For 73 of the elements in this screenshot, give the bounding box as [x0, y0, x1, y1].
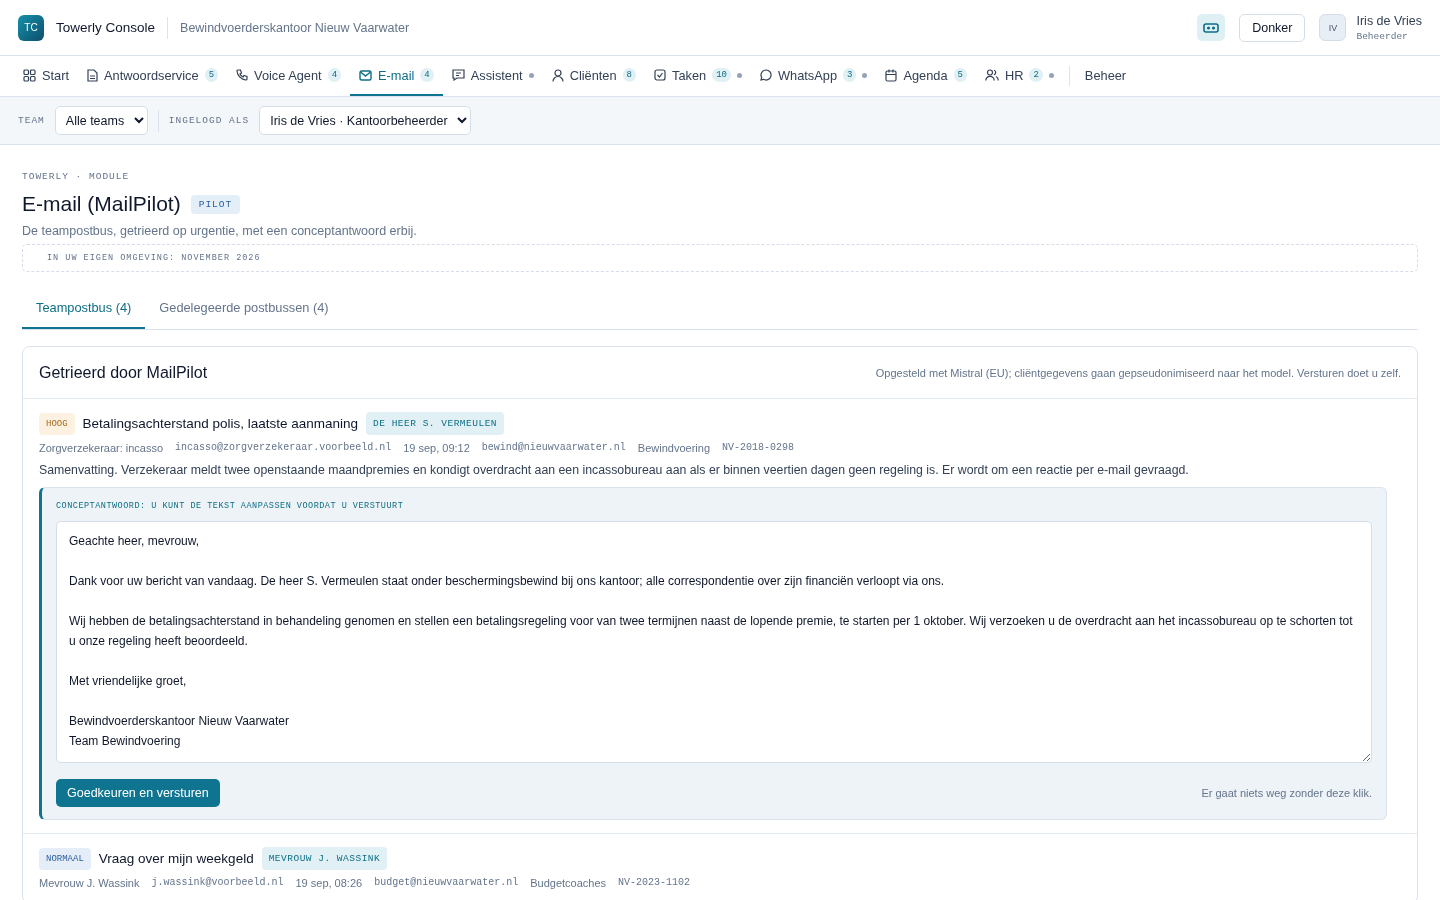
- user-name: Iris de Vries: [1356, 13, 1422, 28]
- email-meta: budget@nieuwvaarwater.nl: [374, 877, 519, 889]
- email-summary: Samenvatting. Verzekeraar meldt twee openstaande maandpremies en kondigt overdracht aan een incassobureau aan als er binnen veertien dagen geen regeling is. Er wordt om een reactie per e-mail gevraagd.: [39, 463, 1190, 477]
- glasses-icon: [1203, 21, 1220, 34]
- email-meta: bewind@nieuwvaarwater.nl: [481, 442, 626, 454]
- nav-tab[interactable]: Beheer: [1075, 56, 1136, 96]
- client-tag: DE HEER S. VERMEULEN: [366, 412, 505, 435]
- email-subject[interactable]: Betalingsachterstand polis, laatste aanmaning: [82, 416, 359, 431]
- app-logo: TC: [18, 14, 44, 41]
- draft-textarea[interactable]: Geachte heer, mevrouw, Dank voor uw bericht van vandaag. De heer S. Vermeulen staat onder beschermingsbewind bij ons kantoor; alle correspondentie over zijn financiën verloopt via ons. Wij hebben de betalingsachterstand in behandeling genomen en stellen een betalingsregeling voor van twee termijnen naast de lopende premie, te starten per 1 oktober. Wij verzoeken u de overdracht aan het incassobureau op te schorten tot u onze regeling heeft beoordeeld. Met vriendelijke groet, Bewindvoerderskantoor Nieuw Vaarwater Team Bewindvoering: [56, 521, 1372, 763]
- page-title: E-mail (MailPilot): [22, 192, 181, 216]
- calendar-icon: [885, 68, 898, 82]
- nav-tab[interactable]: Taken 10: [645, 56, 751, 96]
- email-meta: Zorgverzekeraar: incasso: [39, 442, 164, 454]
- client-tag: MEVROUW J. WASSINK: [261, 847, 388, 870]
- grid-icon: [23, 68, 36, 82]
- checkbox-icon: [654, 69, 666, 81]
- email-meta: Budgetcoaches: [530, 877, 607, 889]
- approve-send-button[interactable]: Goedkeuren en versturen: [56, 779, 220, 807]
- user-role: Beheerder: [1356, 30, 1409, 42]
- email-meta: Bewindvoering: [637, 442, 710, 454]
- email-subject[interactable]: Vraag over mijn weekgeld: [98, 851, 254, 866]
- mailbox-tab[interactable]: Teampostbus (4): [22, 288, 146, 329]
- count-badge: 5: [204, 68, 219, 82]
- nav-tab[interactable]: Antwoordservice 5: [78, 56, 228, 96]
- count-badge: 10: [712, 68, 731, 82]
- mail-icon: [359, 69, 373, 81]
- nav-tab[interactable]: Start: [14, 56, 79, 96]
- count-badge: 5: [953, 68, 967, 82]
- document-icon: [87, 68, 99, 82]
- filter-label: INGELOGD ALS: [168, 115, 250, 126]
- panel-note: Opgesteld met Mistral (EU); cliëntgegevens gaan gepseudonimiseerd naar het model. Versturen doet u zelf.: [875, 366, 1401, 379]
- count-badge: 2: [1029, 68, 1043, 82]
- priority-badge: HOOG: [39, 412, 75, 435]
- count-badge: 4: [420, 68, 434, 82]
- accessibility-button[interactable]: [1197, 14, 1226, 41]
- nav-tab[interactable]: Assistent: [442, 56, 543, 96]
- nav-tab[interactable]: Cliënten 8: [542, 56, 645, 96]
- notice-banner: IN UW EIGEN OMGEVING: NOVEMBER 2026: [22, 244, 1418, 272]
- user-avatar: IV: [1319, 14, 1347, 41]
- email-meta: NV-2023-1102: [618, 877, 691, 889]
- eyebrow-label: TOWERLY · MODULE: [22, 171, 131, 182]
- theme-button[interactable]: Donker: [1239, 13, 1306, 42]
- mailbox-tab[interactable]: Gedelegeerde postbussen (4): [145, 288, 343, 329]
- count-badge: 8: [622, 68, 636, 82]
- chat-icon: [451, 69, 465, 81]
- nav-tab[interactable]: WhatsApp 3: [751, 56, 877, 96]
- email-meta: NV-2018-0298: [722, 442, 795, 454]
- nav-tab[interactable]: Voice Agent 4: [227, 56, 351, 96]
- user-icon: [551, 68, 564, 82]
- nav-tab[interactable]: Agenda 5: [876, 56, 976, 96]
- email-meta: 19 sep, 09:12: [403, 442, 470, 454]
- email-meta: Mevrouw J. Wassink: [39, 877, 140, 889]
- organization-name: Bewindvoerderskantoor Nieuw Vaarwater: [180, 20, 410, 35]
- speech-bubble-icon: [760, 69, 772, 81]
- phone-icon: [236, 69, 249, 81]
- draft-hint: Er gaat niets weg zonder deze klik.: [1201, 787, 1372, 799]
- nav-tab[interactable]: HR 2: [975, 56, 1063, 96]
- count-badge: 4: [327, 68, 342, 82]
- count-badge: 3: [843, 68, 857, 82]
- filter-select[interactable]: Iris de Vries · Kantoorbeheerder: [259, 106, 472, 135]
- email-meta: j.wassink@voorbeeld.nl: [151, 877, 284, 889]
- email-meta: 19 sep, 08:26: [295, 877, 363, 889]
- page-subtitle: De teampostbus, getrieerd op urgentie, met een conceptantwoord erbij.: [22, 224, 418, 238]
- pilot-badge: PILOT: [190, 194, 241, 214]
- priority-badge: NORMAAL: [39, 847, 91, 870]
- app-name: Towerly Console: [56, 20, 156, 35]
- filter-label: TEAM: [18, 115, 45, 126]
- draft-label: CONCEPTANTWOORD: U KUNT DE TEKST AANPASSEN VOORDAT U VERSTUURT: [56, 501, 405, 511]
- users-icon: [984, 69, 999, 81]
- email-meta: incasso@zorgverzekeraar.voorbeeld.nl: [175, 442, 392, 454]
- filter-select[interactable]: Alle teams: [54, 106, 148, 135]
- panel-title: Getrieerd door MailPilot: [39, 363, 208, 382]
